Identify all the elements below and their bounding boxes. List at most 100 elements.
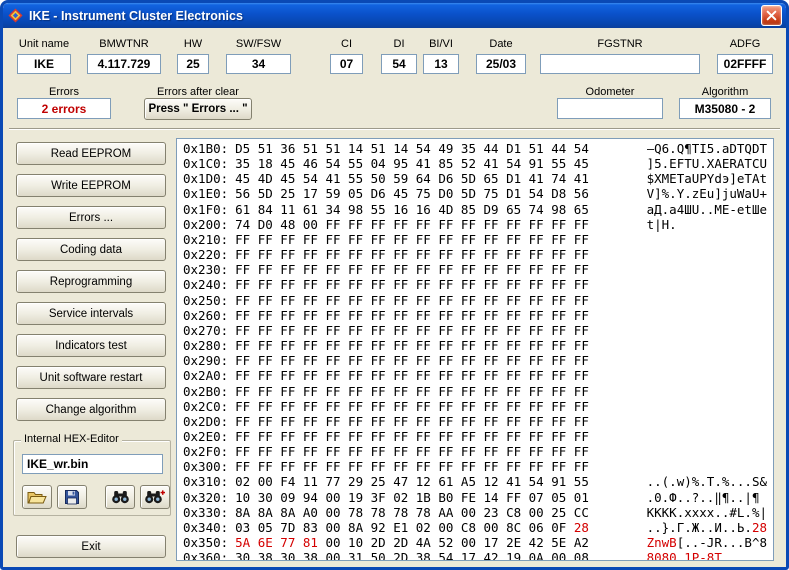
hex-filename-input[interactable] [22,454,163,474]
hex-row: 0x1B0: D5 51 36 51 51 14 51 14 54 49 35 4… [183,141,767,156]
hex-address: 0x1E0: [183,186,229,202]
hex-row: 0x300: FF FF FF FF FF FF FF FF FF FF FF F… [183,459,767,474]
hex-row: 0x360: 30 38 30 38 00 31 50 2D 38 54 17 4… [183,550,767,561]
exit-button[interactable]: Exit [16,535,166,558]
close-button[interactable] [761,5,782,26]
hex-bytes: 56 5D 25 17 59 05 D6 45 75 D0 5D 75 D1 5… [235,186,589,202]
press-errors-button[interactable]: Press " Errors ... " [144,98,252,120]
sidebar-button-coding-data[interactable]: Coding data [16,238,166,261]
hex-address: 0x1F0: [183,201,229,217]
find-next-icon [145,490,165,504]
window-content: Unit name BMWTNR HW SW/FSW CI DI BI/VI D… [3,28,786,567]
hex-row: 0x2E0: FF FF FF FF FF FF FF FF FF FF FF F… [183,429,767,444]
open-file-button[interactable] [22,485,52,509]
hex-address: 0x230: [183,262,229,278]
hex-address: 0x250: [183,292,229,308]
find-icon [111,490,130,504]
hex-row: 0x2B0: FF FF FF FF FF FF FF FF FF FF FF F… [183,384,767,399]
hex-bytes: FF FF FF FF FF FF FF FF FF FF FF FF FF F… [235,247,589,263]
hex-bytes: 03 05 7D 83 00 8A 92 E1 02 00 C8 00 8C 0… [235,519,589,535]
hex-ascii: ZnwB[..-JR...B^8 [646,535,767,551]
hex-row: 0x310: 02 00 F4 11 77 29 25 47 12 61 A5 1… [183,474,767,489]
hex-ascii [647,338,767,353]
errors-label: Errors [49,86,79,98]
hex-bytes: FF FF FF FF FF FF FF FF FF FF FF FF FF F… [235,368,589,384]
hex-ascii [647,429,767,444]
hex-address: 0x280: [183,338,229,354]
save-icon [64,489,80,505]
bi-vi-value: 13 [423,54,459,74]
errors-count-value: 2 errors [17,98,111,119]
hex-ascii: KKKK.xxxx..#L.%| [646,504,767,520]
bmwtnr-value: 4.117.729 [87,54,161,74]
hex-bytes: FF FF FF FF FF FF FF FF FF FF FF FF FF F… [235,307,589,323]
hex-ascii [647,262,767,277]
hex-row: 0x210: FF FF FF FF FF FF FF FF FF FF FF F… [183,232,767,247]
hex-bytes: 35 18 45 46 54 55 04 95 41 85 52 41 54 9… [235,156,589,172]
hex-bytes: FF FF FF FF FF FF FF FF FF FF FF FF FF F… [235,428,589,444]
hex-row: 0x280: FF FF FF FF FF FF FF FF FF FF FF F… [183,338,767,353]
hex-ascii [647,444,767,459]
hex-address: 0x320: [183,489,229,505]
sidebar-button-change-algorithm[interactable]: Change algorithm [16,398,166,421]
hex-bytes: 74 D0 48 00 FF FF FF FF FF FF FF FF FF F… [235,216,589,232]
hex-bytes: FF FF FF FF FF FF FF FF FF FF FF FF FF F… [235,322,589,338]
hex-editor-group: Internal HEX-Editor [13,433,171,516]
hex-bytes: 45 4D 45 54 41 55 50 59 64 D6 5D 65 D1 4… [235,171,589,187]
sidebar-button-read-eeprom[interactable]: Read EEPROM [16,142,166,165]
hex-row: 0x350: 5A 6E 77 81 00 10 2D 2D 4A 52 00 1… [183,535,767,550]
hex-ascii [647,368,767,383]
hex-ascii [647,353,767,368]
hex-address: 0x360: [183,550,229,561]
bmwtnr-label: BMWTNR [99,38,149,50]
hex-bytes: FF FF FF FF FF FF FF FF FF FF FF FF FF F… [235,292,589,308]
sidebar-button-unit-software-restart[interactable]: Unit software restart [16,366,166,389]
hex-address: 0x2B0: [183,383,229,399]
hex-dump[interactable]: 0x1B0: D5 51 36 51 51 14 51 14 54 49 35 4… [176,138,774,561]
sidebar-button-write-eeprom[interactable]: Write EEPROM [16,174,166,197]
button-label: Write EEPROM [51,179,131,192]
hex-bytes: 8A 8A 8A A0 00 78 78 78 78 AA 00 23 C8 0… [235,504,589,520]
di-label: DI [393,38,405,50]
hex-editor-group-title: Internal HEX-Editor [21,433,122,445]
hex-bytes: FF FF FF FF FF FF FF FF FF FF FF FF FF F… [235,262,589,278]
fgstnr-value [540,54,700,74]
adfg-value: 02FFFF [717,54,773,74]
hex-address: 0x2D0: [183,413,229,429]
hex-ascii: t|H. [646,216,677,232]
hex-ascii: ..}.Г.Ж..И..Ь.28 [646,519,767,535]
app-icon [8,8,24,24]
sidebar-button-indicators-test[interactable]: Indicators test [16,334,166,357]
hex-ascii: —Q6.Q¶TI5.aDTQDT [646,141,767,156]
di-value: 54 [381,54,417,74]
open-folder-icon [27,490,47,505]
hex-row: 0x200: 74 D0 48 00 FF FF FF FF FF FF FF F… [183,217,767,232]
algorithm-label: Algorithm [701,86,749,98]
hex-bytes: FF FF FF FF FF FF FF FF FF FF FF FF FF F… [235,444,589,460]
horizontal-divider [9,128,780,130]
odometer-value [557,98,663,119]
hex-row: 0x1E0: 56 5D 25 17 59 05 D6 45 75 D0 5D 7… [183,186,767,201]
save-file-button[interactable] [57,485,87,509]
hex-bytes: FF FF FF FF FF FF FF FF FF FF FF FF FF F… [235,277,589,293]
hex-address: 0x210: [183,231,229,247]
sidebar-button-errors[interactable]: Errors ... [16,206,166,229]
hex-ascii [647,323,767,338]
sidebar-button-reprogramming[interactable]: Reprogramming [16,270,166,293]
find-next-button[interactable] [140,485,170,509]
hex-row: 0x2C0: FF FF FF FF FF FF FF FF FF FF FF F… [183,399,767,414]
hex-address: 0x310: [183,474,229,490]
hex-address: 0x330: [183,504,229,520]
find-button[interactable] [105,485,135,509]
hex-bytes: D5 51 36 51 51 14 51 14 54 49 35 44 D1 5… [235,141,589,156]
sidebar-button-service-intervals[interactable]: Service intervals [16,302,166,325]
hex-address: 0x200: [183,216,229,232]
unit-name-value: IKE [17,54,71,74]
title-bar[interactable]: IKE - Instrument Cluster Electronics [3,3,786,28]
hex-row: 0x2D0: FF FF FF FF FF FF FF FF FF FF FF F… [183,414,767,429]
hex-row: 0x1C0: 35 18 45 46 54 55 04 95 41 85 52 4… [183,156,767,171]
hex-bytes: 30 38 30 38 00 31 50 2D 38 54 17 42 19 0… [235,550,589,561]
hex-ascii: .0.Ф..?..‖¶..|¶ [646,489,760,505]
hex-ascii [647,247,767,262]
hex-row: 0x330: 8A 8A 8A A0 00 78 78 78 78 AA 00 2… [183,505,767,520]
